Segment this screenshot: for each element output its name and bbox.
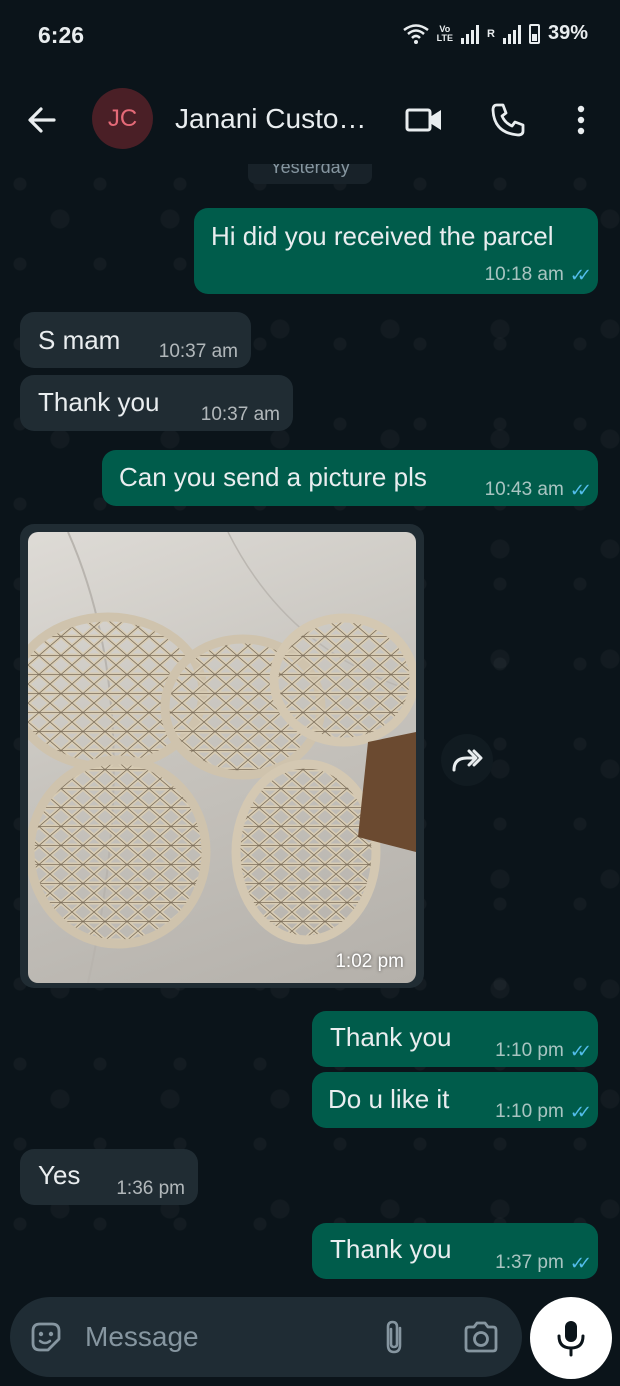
signal-icon [461, 24, 480, 44]
message-meta: 1:36 pm [116, 1178, 185, 1200]
message-time: 10:37 am [200, 404, 280, 425]
message-meta: 10:18 am ✓✓ [484, 264, 593, 286]
phone-icon[interactable] [488, 100, 528, 140]
message-time: 1:37 pm [495, 1252, 564, 1273]
battery-icon [528, 23, 540, 44]
message-input[interactable]: Message [85, 1321, 199, 1353]
message-text: Do u like it [328, 1084, 450, 1114]
chat-header: JC Janani Custo… [0, 76, 620, 164]
signal-icon-2 [502, 24, 521, 44]
message-text: S mam [38, 325, 121, 355]
message-incoming[interactable]: Thank you 10:37 am [20, 375, 293, 431]
message-meta: 1:10 pm ✓✓ [495, 1101, 592, 1123]
chat-area[interactable]: Yesterday Hi did you received the parcel… [0, 164, 620, 1294]
status-bar: 6:26 Vo LTE R 39% [0, 0, 620, 76]
message-time: 1:36 pm [116, 1178, 185, 1199]
contact-name[interactable]: Janani Custo… [175, 103, 366, 135]
paperclip-icon[interactable] [376, 1318, 412, 1356]
sticker-icon[interactable] [28, 1319, 64, 1355]
image-message[interactable]: 1:02 pm [20, 524, 424, 988]
message-incoming[interactable]: Yes 1:36 pm [20, 1149, 198, 1205]
battery-level: 39% [547, 22, 588, 44]
microphone-icon [557, 1321, 585, 1357]
message-meta: 1:37 pm ✓✓ [495, 1252, 592, 1274]
double-check-icon: ✓✓ [569, 1101, 592, 1122]
double-check-icon: ✓✓ [569, 1040, 592, 1061]
video-camera-icon[interactable] [404, 100, 444, 140]
message-outgoing[interactable]: Thank you 1:37 pm ✓✓ [312, 1223, 598, 1279]
message-outgoing[interactable]: Do u like it 1:10 pm ✓✓ [312, 1072, 598, 1128]
message-text: Yes [38, 1160, 81, 1190]
double-check-icon: ✓✓ [569, 479, 592, 500]
message-time: 1:10 pm [495, 1101, 564, 1122]
message-composer[interactable]: Message [10, 1297, 522, 1377]
arrow-left-icon[interactable] [22, 100, 62, 140]
double-check-icon: ✓✓ [569, 1252, 592, 1273]
message-meta: 10:37 am [159, 341, 238, 363]
volte-indicator: Vo LTE [436, 23, 454, 43]
message-text: Thank you [330, 1234, 452, 1264]
avatar[interactable]: JC [92, 88, 153, 149]
message-outgoing[interactable]: Hi did you received the parcel 10:18 am … [194, 208, 598, 294]
message-time: 10:37 am [158, 341, 238, 362]
message-meta: 10:37 am [201, 404, 280, 426]
double-check-icon: ✓✓ [569, 264, 592, 285]
forward-button[interactable] [441, 734, 493, 786]
message-text: Thank you [38, 387, 160, 417]
status-time: 6:26 [38, 22, 85, 48]
message-meta: 10:43 am ✓✓ [484, 479, 593, 501]
message-outgoing[interactable]: Thank you 1:10 pm ✓✓ [312, 1011, 598, 1067]
message-text: Thank you [330, 1022, 452, 1052]
message-time: 1:02 pm [335, 951, 404, 972]
message-incoming[interactable]: S mam 10:37 am [20, 312, 251, 368]
wifi-icon [402, 23, 429, 44]
photo-thumbnail[interactable]: 1:02 pm [28, 532, 416, 983]
message-time: 1:10 pm [495, 1040, 564, 1061]
voice-message-button[interactable] [530, 1297, 612, 1379]
forward-icon [452, 749, 483, 772]
message-time: 10:18 am [484, 264, 564, 285]
message-text: Can you send a picture pls [119, 462, 427, 492]
message-outgoing[interactable]: Can you send a picture pls 10:43 am ✓✓ [102, 450, 598, 506]
date-chip: Yesterday [248, 164, 372, 184]
status-icons: Vo LTE R 39% [402, 22, 588, 45]
message-text: Hi did you received the parcel [211, 221, 554, 251]
roaming-indicator: R [487, 27, 495, 40]
message-time: 10:43 am [484, 479, 564, 500]
message-meta: 1:10 pm ✓✓ [495, 1040, 592, 1062]
more-vertical-icon[interactable] [561, 100, 601, 140]
camera-icon[interactable] [462, 1319, 500, 1355]
woven-coasters-image [28, 532, 416, 983]
